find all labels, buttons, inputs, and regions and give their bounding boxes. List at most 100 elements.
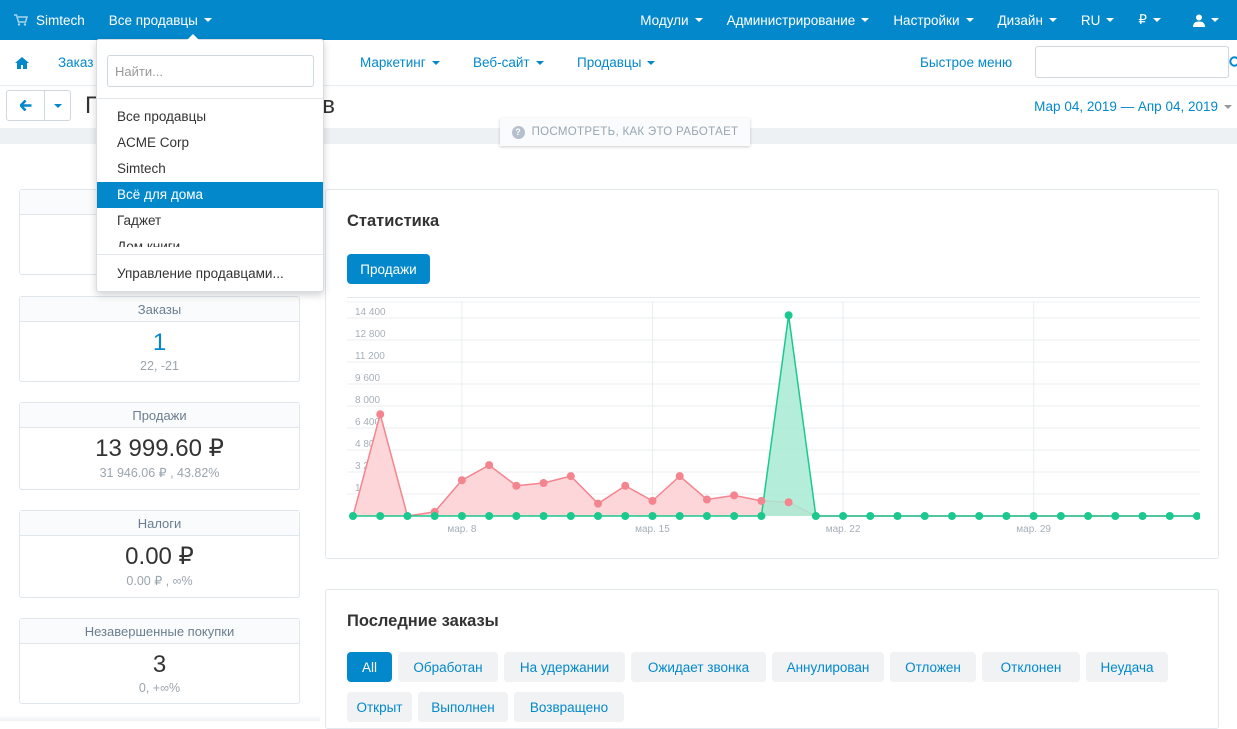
menu-settings-label: Настройки <box>893 12 960 28</box>
data-point <box>485 461 494 470</box>
stat-card-value: 13 999.60 ₽ <box>95 435 224 462</box>
home-icon <box>15 56 29 69</box>
vendor-option[interactable]: Simtech <box>97 156 323 182</box>
page-title-end: в <box>322 92 335 119</box>
date-range-label: Мар 04, 2019 — Апр 04, 2019 <box>1034 99 1218 114</box>
data-point <box>1029 512 1038 520</box>
stat-card-sales: Продажи 13 999.60 ₽ 31 946.06 ₽ , 43.82% <box>19 402 300 490</box>
menu-administration[interactable]: Администрирование <box>715 0 882 40</box>
data-point <box>621 512 630 520</box>
data-point <box>675 512 684 520</box>
chevron-down-icon <box>431 60 440 65</box>
filter-chip[interactable]: Возвращено <box>514 692 624 722</box>
filter-chip[interactable]: Аннулирован <box>772 652 884 682</box>
vendor-selector[interactable]: Все продавцы <box>97 0 224 40</box>
filter-chip[interactable]: Отложен <box>890 652 976 682</box>
filter-chip[interactable]: Ожидает звонка <box>631 652 766 682</box>
nav-marketing-label: Маркетинг <box>360 55 426 70</box>
menu-modules-label: Модули <box>640 12 689 28</box>
y-tick-label: 11 200 <box>355 351 385 362</box>
data-point <box>675 472 684 481</box>
data-point <box>757 496 766 505</box>
chevron-down-icon <box>535 60 544 65</box>
data-point <box>702 495 711 504</box>
menu-design[interactable]: Дизайн <box>986 0 1069 40</box>
data-point <box>621 481 630 490</box>
statistics-title: Статистика <box>347 212 440 230</box>
menu-modules[interactable]: Модули <box>628 0 714 40</box>
data-point <box>784 311 793 320</box>
vendor-search-input[interactable] <box>107 55 314 87</box>
data-point <box>648 512 657 520</box>
search-button[interactable] <box>1228 47 1237 77</box>
stat-card-title: Заказы <box>20 297 299 322</box>
date-range-picker[interactable]: Мар 04, 2019 — Апр 04, 2019 <box>1034 99 1232 114</box>
data-point <box>403 512 412 520</box>
vendor-option[interactable]: Гаджет <box>97 208 323 234</box>
stat-card-comparison: 22, -21 <box>140 359 179 373</box>
chevron-down-icon <box>1211 18 1219 22</box>
stat-card-title: Налоги <box>20 511 299 536</box>
quick-menu-link[interactable]: Быстрое меню <box>920 55 1012 70</box>
filter-chip[interactable]: Открыт <box>347 692 412 722</box>
data-point <box>811 512 820 520</box>
stat-card-comparison: 31 946.06 ₽ , 43.82% <box>99 466 220 480</box>
chevron-down-icon <box>694 18 703 22</box>
x-tick-label: мар. 22 <box>826 524 861 535</box>
recent-orders-title: Последние заказы <box>347 612 499 630</box>
history-dropdown-button[interactable] <box>45 91 70 120</box>
data-point <box>376 410 385 419</box>
y-tick-label: 14 400 <box>355 307 386 318</box>
menu-user[interactable] <box>1173 0 1237 40</box>
manage-vendors-link[interactable]: Управление продавцами... <box>117 266 284 281</box>
brand-link[interactable]: Simtech <box>0 0 97 40</box>
vendor-option[interactable]: Дом книги <box>97 234 323 247</box>
nav-website[interactable]: Веб-сайт <box>458 55 559 70</box>
how-it-works-button[interactable]: ? ПОСМОТРЕТЬ, КАК ЭТО РАБОТАЕТ <box>500 118 750 146</box>
nav-vendors[interactable]: Продавцы <box>562 55 670 70</box>
filter-chip[interactable]: На удержании <box>504 652 625 682</box>
filter-chip[interactable]: Отклонен <box>982 652 1080 682</box>
data-point <box>920 512 929 520</box>
recent-orders-panel: Последние заказы All Обработан На удержани… <box>325 589 1219 729</box>
filter-chip[interactable]: All <box>347 652 392 682</box>
how-it-works-label: ПОСМОТРЕТЬ, КАК ЭТО РАБОТАЕТ <box>531 126 739 138</box>
global-search-input[interactable] <box>1036 47 1228 77</box>
stat-card-orders: Заказы 1 22, -21 <box>19 296 300 382</box>
vendor-option[interactable]: ACME Corp <box>97 130 323 156</box>
home-link[interactable] <box>0 56 43 69</box>
chevron-down-icon <box>861 18 870 22</box>
vendor-option[interactable]: Всё для дома <box>97 182 323 208</box>
data-point <box>757 512 766 520</box>
data-point <box>485 512 494 520</box>
data-point <box>376 512 385 520</box>
filter-chip[interactable]: Обработан <box>398 652 498 682</box>
cart-icon <box>14 14 28 26</box>
chevron-down-icon <box>1224 104 1232 109</box>
nav-website-label: Веб-сайт <box>473 55 530 70</box>
vendor-selector-label: Все продавцы <box>108 12 198 28</box>
vendor-list[interactable]: Все продавцы ACME Corp Simtech Всё для дома… <box>97 104 323 247</box>
vendor-option[interactable]: Все продавцы <box>97 104 323 130</box>
bottom-fade <box>0 715 320 721</box>
data-point <box>1138 512 1147 520</box>
menu-settings[interactable]: Настройки <box>881 0 985 40</box>
stat-card-comparison: 0, +∞% <box>138 681 181 695</box>
back-button[interactable] <box>7 91 45 120</box>
data-point <box>349 512 357 520</box>
menu-language[interactable]: RU <box>1069 0 1127 40</box>
nav-marketing[interactable]: Маркетинг <box>345 55 455 70</box>
tab-sales[interactable]: Продажи <box>347 254 430 284</box>
stat-card-value[interactable]: 1 <box>20 329 299 357</box>
global-search <box>1035 46 1237 78</box>
filter-chip[interactable]: Выполнен <box>418 692 508 722</box>
menu-currency[interactable]: ₽ <box>1126 0 1173 40</box>
filter-chip[interactable]: Неудача <box>1086 652 1168 682</box>
vendor-dropdown: Все продавцыACME CorpSimtechВсё для дома… <box>96 34 324 292</box>
brand-name: Simtech <box>36 12 85 28</box>
data-point <box>1193 512 1200 520</box>
stat-card-value: 0.00 ₽ <box>125 543 194 570</box>
divider <box>97 254 323 255</box>
back-button-group <box>6 90 71 121</box>
data-point <box>648 496 657 505</box>
